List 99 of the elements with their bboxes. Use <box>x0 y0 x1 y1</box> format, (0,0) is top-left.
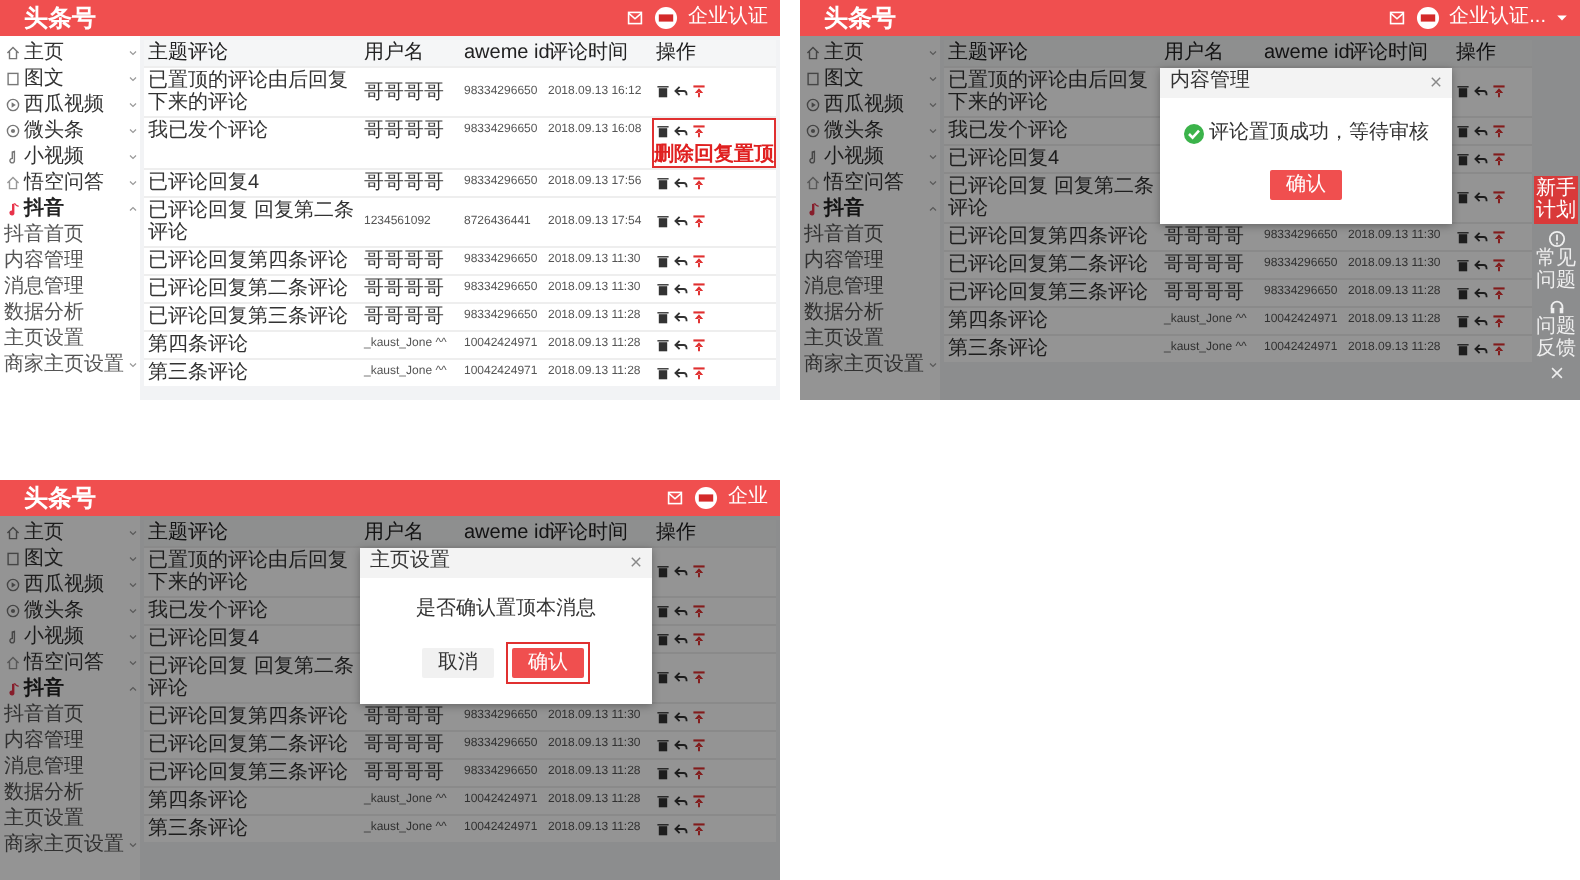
table-cell: 第四条评论 <box>144 331 360 359</box>
column-header: 主题评论 <box>144 520 360 547</box>
table-cell: 哥哥哥哥 <box>360 169 460 197</box>
account-name[interactable]: 企业认证... <box>1449 6 1546 30</box>
table-cell: 哥哥哥哥 <box>360 731 460 759</box>
sidebar-item[interactable]: 图文 <box>0 66 140 92</box>
sidebar-item[interactable]: 微头条 <box>800 118 940 144</box>
column-header: 主题评论 <box>144 40 360 67</box>
table-cell: 我已发个评论 <box>144 117 360 169</box>
annotation-label: 删除 <box>654 144 694 166</box>
dialog-title: 内容管理 <box>1170 70 1250 94</box>
table-cell: 哥哥哥哥 <box>360 303 460 331</box>
sidebar-item[interactable]: 抖音首页 <box>800 222 940 248</box>
sidebar-item[interactable]: 西瓜视频 <box>0 572 140 598</box>
confirm-button[interactable]: 确认 <box>512 647 584 677</box>
logo-text: 头条号 <box>24 482 96 516</box>
table-cell: 哥哥哥哥 <box>1160 251 1260 279</box>
sidebar-item[interactable]: 微头条 <box>0 118 140 144</box>
column-header: 操作 <box>652 40 776 67</box>
column-header: aweme id <box>460 40 544 67</box>
logo-text: 头条号 <box>24 2 96 36</box>
sidebar-item[interactable]: 消息管理 <box>800 274 940 300</box>
dialog-message: 评论置顶成功，等待审核 <box>1209 121 1429 145</box>
table-cell: 哥哥哥哥 <box>360 759 460 787</box>
sidebar-item[interactable]: 消息管理 <box>0 274 140 300</box>
column-header: 用户名 <box>360 40 460 67</box>
sidebar-item[interactable]: 主页设置 <box>0 806 140 832</box>
sidebar-item[interactable]: 商家主页设置 <box>800 352 940 378</box>
sidebar-item[interactable]: 数据分析 <box>800 300 940 326</box>
table-cell: 已评论回复第四条评论 <box>944 223 1160 251</box>
sidebar-item[interactable]: 主页 <box>0 520 140 546</box>
sidebar-item[interactable]: 微头条 <box>0 598 140 624</box>
table-cell: 第三条评论 <box>144 815 360 842</box>
sidebar-item[interactable]: 抖音首页 <box>0 222 140 248</box>
dialog-title: 主页设置 <box>370 550 450 574</box>
column-header: 用户名 <box>360 520 460 547</box>
table-cell: 哥哥哥哥 <box>360 67 460 117</box>
table-cell: 已评论回复4 <box>144 169 360 197</box>
sidebar-item[interactable]: 商家主页设置 <box>0 832 140 858</box>
sidebar-item[interactable]: 商家主页设置 <box>0 352 140 378</box>
help-link[interactable]: 常见问题 <box>1536 230 1576 292</box>
table-cell: 已评论回复第二条评论 <box>144 731 360 759</box>
sidebar-item[interactable]: 小视频 <box>800 144 940 170</box>
sidebar-item[interactable]: 抖音首页 <box>0 702 140 728</box>
sidebar-item[interactable]: 数据分析 <box>0 300 140 326</box>
table-cell: 已置顶的评论由后回复下来的评论 <box>144 67 360 117</box>
column-header: 主题评论 <box>944 40 1160 67</box>
sidebar-item[interactable]: 主页设置 <box>800 326 940 352</box>
table-cell: 第四条评论 <box>944 307 1160 335</box>
plan-badge[interactable]: 新手计划 <box>1534 176 1578 224</box>
annotation-label: 回复 <box>694 144 734 166</box>
column-header: 用户名 <box>1160 40 1260 67</box>
annotation-label: 置顶 <box>734 144 774 166</box>
sidebar-item[interactable]: 悟空问答 <box>800 170 940 196</box>
table-cell: 已评论回复 回复第二条评论 <box>144 197 360 247</box>
sidebar-item[interactable]: 主页 <box>800 40 940 66</box>
column-header: aweme id <box>460 520 544 547</box>
sidebar-item[interactable]: 主页设置 <box>0 326 140 352</box>
column-header: aweme id <box>1260 40 1344 67</box>
logo-text: 头条号 <box>824 2 896 36</box>
sidebar-item[interactable]: 数据分析 <box>0 780 140 806</box>
dialog-message: 是否确认置顶本消息 <box>416 597 596 621</box>
sidebar-item[interactable]: 西瓜视频 <box>800 92 940 118</box>
sidebar-item[interactable]: 抖音 <box>800 196 940 222</box>
table-cell: 哥哥哥哥 <box>360 117 460 169</box>
sidebar-item[interactable]: 小视频 <box>0 144 140 170</box>
sidebar-item[interactable]: 消息管理 <box>0 754 140 780</box>
sidebar-item[interactable]: 抖音 <box>0 676 140 702</box>
account-name[interactable]: 企业 <box>728 486 768 510</box>
sidebar-item[interactable]: 图文 <box>0 546 140 572</box>
confirm-button[interactable]: 确认 <box>1270 169 1342 199</box>
column-header: 操作 <box>1452 40 1532 67</box>
table-cell: 已评论回复第三条评论 <box>144 759 360 787</box>
table-cell: 哥哥哥哥 <box>360 275 460 303</box>
sidebar-item[interactable]: 抖音 <box>0 196 140 222</box>
table-cell: 第四条评论 <box>144 787 360 815</box>
table-cell: 已评论回复第三条评论 <box>144 303 360 331</box>
sidebar-item[interactable]: 悟空问答 <box>0 170 140 196</box>
sidebar-item[interactable]: 内容管理 <box>0 248 140 274</box>
sidebar-item[interactable]: 内容管理 <box>800 248 940 274</box>
column-header: 操作 <box>652 520 776 547</box>
table-cell: 第三条评论 <box>144 359 360 386</box>
table-cell: 哥哥哥哥 <box>360 247 460 275</box>
help-link[interactable]: 问题反馈 <box>1536 298 1576 360</box>
sidebar-item[interactable]: 内容管理 <box>0 728 140 754</box>
table-cell: 已评论回复第四条评论 <box>144 247 360 275</box>
table-cell: 已评论回复第三条评论 <box>944 279 1160 307</box>
table-cell: 已评论回复第二条评论 <box>944 251 1160 279</box>
table-cell: 第三条评论 <box>944 335 1160 362</box>
sidebar-item[interactable]: 主页 <box>0 40 140 66</box>
sidebar-item[interactable]: 西瓜视频 <box>0 92 140 118</box>
table-cell: 已评论回复第二条评论 <box>144 275 360 303</box>
sidebar-item[interactable]: 小视频 <box>0 624 140 650</box>
sidebar-item[interactable]: 图文 <box>800 66 940 92</box>
account-name[interactable]: 企业认证 <box>688 6 768 30</box>
cancel-button[interactable]: 取消 <box>422 647 494 677</box>
table-cell: 已评论回复第四条评论 <box>144 703 360 731</box>
table-cell: 哥哥哥哥 <box>1160 279 1260 307</box>
sidebar-item[interactable]: 悟空问答 <box>0 650 140 676</box>
